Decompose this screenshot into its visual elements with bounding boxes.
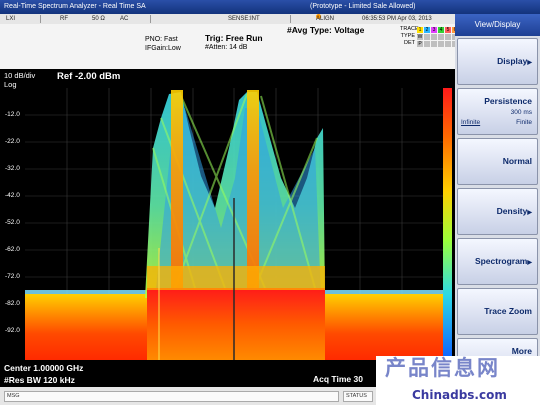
impedance-label: 50 Ω bbox=[92, 16, 105, 22]
measurement-bar: LXI RF 50 Ω AC SENSE:INT ALIGN OFF 06:35… bbox=[0, 14, 455, 32]
trace-row-label: TRACE bbox=[400, 26, 419, 32]
divider bbox=[290, 15, 291, 23]
message-field: MSG bbox=[4, 391, 339, 402]
softkey-label: Trace Zoom bbox=[484, 306, 532, 316]
if-gain-label: IFGain:Low bbox=[145, 45, 181, 52]
trace-row: TYPE W bbox=[400, 33, 459, 40]
carrier-peak-right bbox=[247, 90, 259, 295]
window-title: Real-Time Spectrum Analyzer - Real Time … bbox=[4, 3, 146, 10]
trace-cell bbox=[424, 33, 430, 40]
plot-footer: Center 1.00000 GHz #Res BW 120 kHz bbox=[4, 362, 83, 386]
window-titlebar: Real-Time Spectrum Analyzer - Real Time … bbox=[0, 0, 540, 14]
softkey-sublabel: 300 ms bbox=[510, 109, 532, 116]
submenu-arrow-icon: ▶ bbox=[527, 210, 532, 216]
coupling-mode-label: AC bbox=[120, 16, 129, 22]
y-tick-label: -62.0 bbox=[5, 246, 20, 253]
softkey-persistence[interactable]: Persistence 300 ms Infinite Finite bbox=[457, 88, 538, 135]
y-tick-label: -82.0 bbox=[5, 300, 20, 307]
y-tick-label: -42.0 bbox=[5, 192, 20, 199]
avg-type-label: #Avg Type: Voltage bbox=[287, 25, 365, 35]
softkey-label: Spectrogram▶ bbox=[474, 256, 532, 266]
datetime-label: 06:35:53 PM Apr 03, 2013 bbox=[362, 16, 432, 22]
softkey-normal[interactable]: Normal bbox=[457, 138, 538, 185]
trace-row: DET P bbox=[400, 40, 459, 47]
sense-label: SENSE:INT bbox=[228, 16, 260, 22]
trace-cell bbox=[438, 40, 444, 47]
divider bbox=[150, 15, 151, 23]
res-bw: #Res BW 120 kHz bbox=[4, 375, 75, 385]
trace-cell: P bbox=[417, 40, 423, 47]
status-field[interactable]: STATUS bbox=[343, 391, 373, 402]
coupling-label: LXI bbox=[6, 16, 16, 22]
trace-cell bbox=[431, 33, 437, 40]
trace-cell: 4 bbox=[438, 26, 444, 33]
softkey-density[interactable]: Density▶ bbox=[457, 188, 538, 235]
divider bbox=[40, 15, 41, 23]
trace-row-label: DET bbox=[404, 40, 415, 46]
softkey-display[interactable]: Display▶ bbox=[457, 38, 538, 85]
softkey-option-right[interactable]: Finite bbox=[516, 119, 532, 126]
trace-cell: 5 bbox=[445, 26, 451, 33]
trace-row-label: TYPE bbox=[400, 33, 415, 39]
y-tick-label: -72.0 bbox=[5, 273, 20, 280]
softkey-label: Display▶ bbox=[497, 56, 532, 66]
density-spectrum-plot[interactable] bbox=[25, 88, 443, 360]
center-frequency: Center 1.00000 GHz bbox=[4, 363, 84, 373]
trace-row: TRACE123456 bbox=[400, 26, 459, 33]
settings-panel: PNO: Fast IFGain:Low Trig: Free Run #Att… bbox=[0, 24, 458, 69]
trace-cell bbox=[438, 33, 444, 40]
trace-cell: 3 bbox=[431, 26, 437, 33]
scale-info: 10 dB/div Log bbox=[4, 71, 35, 89]
input-label: RF bbox=[60, 16, 68, 22]
scale-per-div: 10 dB/div bbox=[4, 71, 36, 80]
softkey-label: Persistence bbox=[484, 96, 532, 106]
watermark-url: Chinadbs.com bbox=[412, 388, 507, 402]
density-color-scale bbox=[443, 88, 452, 360]
softkey-panel: View/Display Display▶ Persistence 300 ms In… bbox=[455, 14, 540, 387]
submenu-arrow-icon: ▶ bbox=[527, 60, 532, 66]
license-note: (Prototype - Limited Sale Allowed) bbox=[310, 3, 416, 10]
trace-indicator-grid: TRACE123456TYPEWDETP bbox=[400, 26, 459, 47]
softkey-label: Density▶ bbox=[496, 206, 532, 216]
signal-hot-band bbox=[147, 288, 325, 360]
y-tick-label: -92.0 bbox=[5, 327, 20, 334]
softkey-menu-title: View/Display bbox=[455, 14, 540, 36]
trigger-label: Trig: Free Run bbox=[205, 33, 263, 43]
ref-level: Ref -2.00 dBm bbox=[57, 71, 121, 82]
softkey-label: More bbox=[511, 346, 532, 356]
signal-mid-band bbox=[147, 266, 325, 290]
y-tick-label: -22.0 bbox=[5, 138, 20, 145]
softkey-option-left[interactable]: Infinite bbox=[461, 119, 480, 126]
y-tick-label: -12.0 bbox=[5, 111, 20, 118]
softkey-label: Normal bbox=[502, 156, 532, 166]
atten-label: #Atten: 14 dB bbox=[205, 44, 248, 51]
softkey-spectrogram[interactable]: Spectrogram▶ bbox=[457, 238, 538, 285]
y-tick-label: -52.0 bbox=[5, 219, 20, 226]
softkey-trace-zoom[interactable]: Trace Zoom bbox=[457, 288, 538, 335]
acq-time: Acq Time 30 bbox=[313, 374, 363, 384]
pno-label: PNO: Fast bbox=[145, 36, 178, 43]
y-tick-label: -32.0 bbox=[5, 165, 20, 172]
watermark-logo: 产品信息网 bbox=[385, 356, 500, 380]
trace-cell: 1 bbox=[417, 26, 423, 33]
trace-cell bbox=[445, 40, 451, 47]
trace-cell: W bbox=[417, 33, 423, 40]
carrier-peak-left bbox=[171, 90, 183, 295]
submenu-arrow-icon: ▶ bbox=[527, 260, 532, 266]
trace-cell: 2 bbox=[424, 26, 430, 33]
trace-cell bbox=[431, 40, 437, 47]
trace-cell bbox=[424, 40, 430, 47]
trace-cell bbox=[445, 33, 451, 40]
